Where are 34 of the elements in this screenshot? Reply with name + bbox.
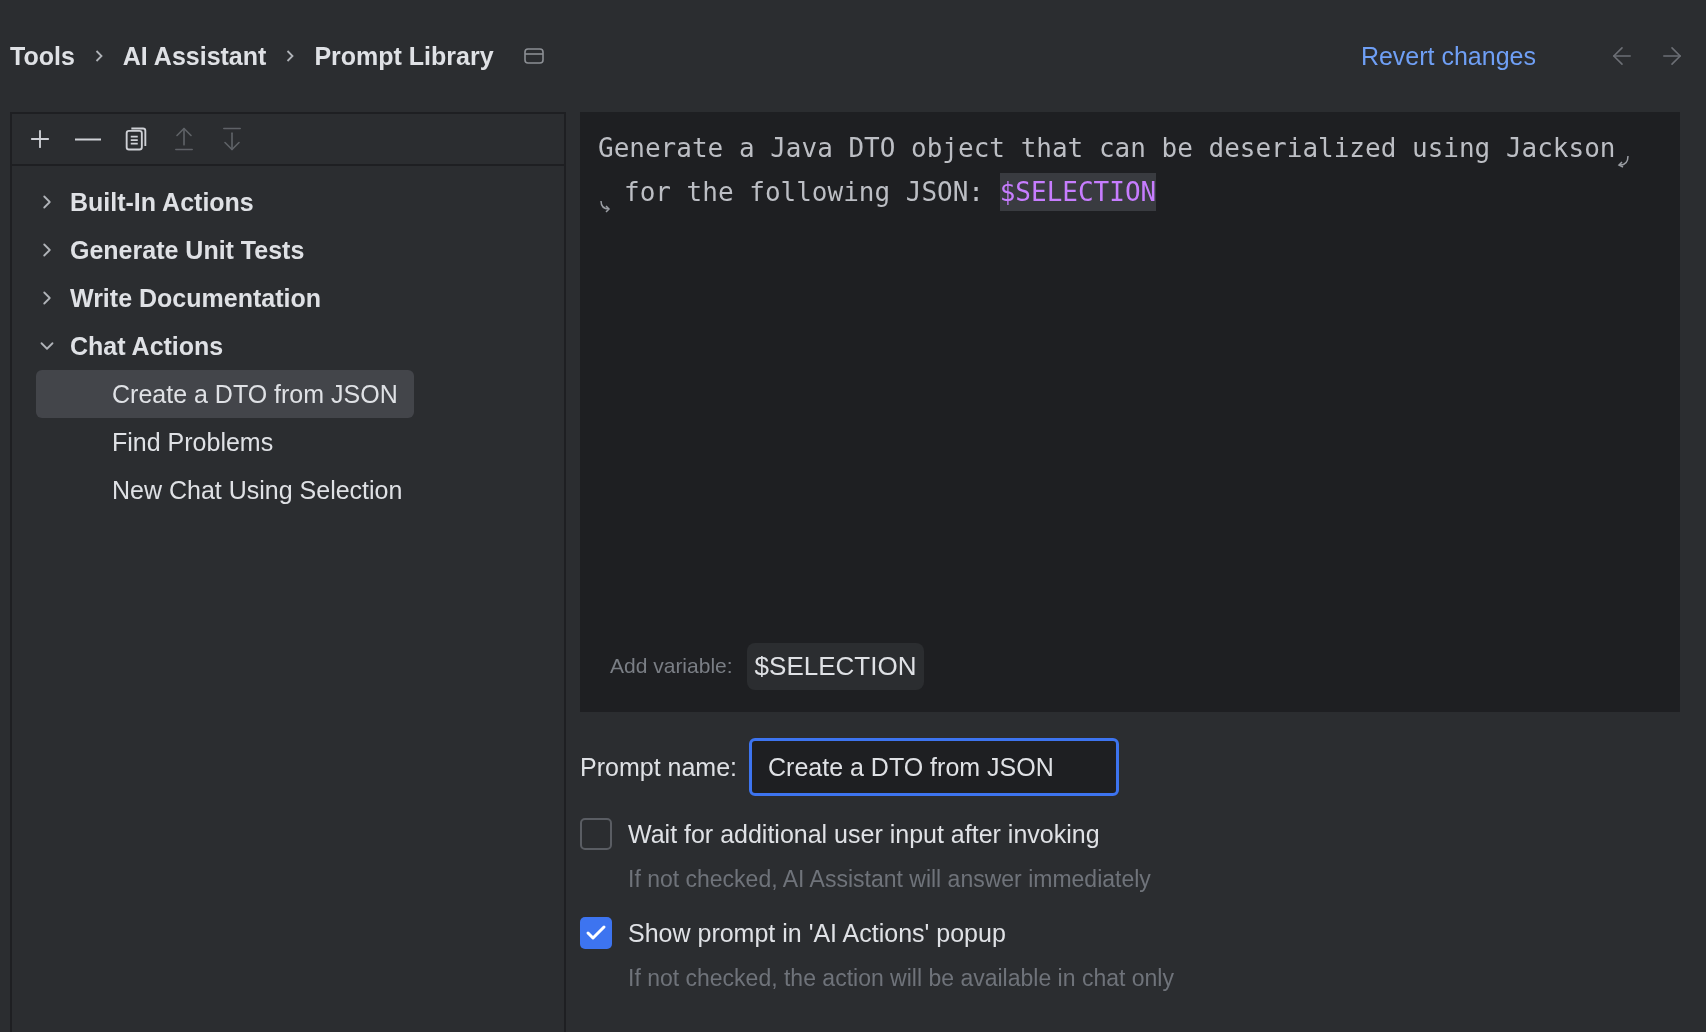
code-line: Generate a Java DTO object that can be deserialized using Jackson (598, 126, 1662, 170)
option-hint: If not checked, the action will be available in chat only (628, 965, 1175, 992)
tree-group[interactable]: Built-In Actions (36, 178, 540, 226)
window-icon[interactable] (523, 47, 544, 65)
tree-group-label: Chat Actions (70, 331, 224, 361)
tree-group-label: Generate Unit Tests (70, 235, 305, 265)
breadcrumb-item[interactable]: Tools (10, 41, 75, 71)
checkbox[interactable] (580, 917, 612, 949)
tree-item[interactable]: Find Problems (36, 418, 290, 466)
code-line: for the following JSON: $SELECTION (598, 170, 1662, 214)
tree-item[interactable]: New Chat Using Selection (36, 466, 419, 514)
minus-icon (75, 137, 101, 141)
breadcrumb-item[interactable]: AI Assistant (122, 41, 267, 71)
tree-item[interactable]: Create a DTO from JSON (36, 370, 414, 418)
tree-group-label: Built-In Actions (70, 187, 254, 217)
tree-group[interactable]: Generate Unit Tests (36, 226, 540, 274)
soft-wrap-icon (598, 198, 612, 214)
checkbox-label: Wait for additional user input after invoking (628, 819, 1100, 849)
tree-group[interactable]: Chat Actions (36, 322, 540, 370)
checkbox[interactable] (580, 818, 612, 850)
add-variable-label: Add variable: (610, 654, 733, 678)
prompt-name-field[interactable]: Create a DTO from JSON (749, 738, 1119, 796)
tree-group[interactable]: Write Documentation (36, 274, 540, 322)
soft-wrap-icon (1617, 154, 1632, 170)
chevron-right-icon (94, 49, 103, 63)
prompt-name-label: Prompt name: (580, 752, 737, 782)
option-hint: If not checked, AI Assistant will answer immediately (628, 866, 1152, 893)
revert-changes-link[interactable]: Revert changes (1360, 41, 1536, 71)
variable-chip[interactable]: $SELECTION (746, 642, 925, 690)
tree-group-label: Write Documentation (70, 283, 321, 313)
chevron-right-icon (286, 49, 295, 63)
breadcrumb-item[interactable]: Prompt Library (314, 41, 494, 71)
prompt-editor[interactable]: Generate a Java DTO object that can be deserialized using Jackson for the following JSON: $SELECTION Add variable: $SELECTION (580, 112, 1680, 712)
checkbox-label: Show prompt in 'AI Actions' popup (628, 918, 1006, 948)
